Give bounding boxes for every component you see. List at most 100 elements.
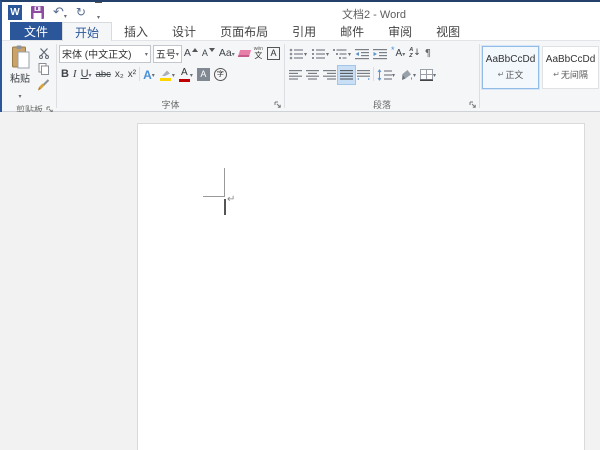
character-shading-button[interactable]: A	[195, 66, 212, 84]
format-painter-brush-icon	[37, 79, 50, 91]
undo-dropdown-caret[interactable]	[64, 3, 67, 22]
distribute-button[interactable]	[355, 66, 372, 84]
increase-indent-button[interactable]	[371, 45, 389, 63]
style-card-normal[interactable]: AaBbCcDd ↵ 正文	[482, 46, 539, 89]
italic-button[interactable]: I	[71, 66, 79, 84]
format-painter-button[interactable]	[35, 78, 52, 92]
align-right-button[interactable]	[321, 66, 338, 84]
pilcrow-icon: ¶	[425, 49, 431, 59]
eraser-icon	[238, 50, 251, 57]
clipboard-group: 粘贴	[4, 42, 55, 111]
sort-button[interactable]: AZ ↓	[407, 45, 423, 63]
bullets-button[interactable]	[287, 45, 309, 63]
word-app-icon[interactable]: W	[5, 5, 22, 20]
group-separator	[284, 44, 285, 108]
shrink-font-button[interactable]: A	[200, 45, 217, 63]
ribbon: 粘贴	[2, 41, 600, 112]
tab-mailings[interactable]: 邮件	[328, 22, 376, 40]
tab-design[interactable]: 设计	[160, 22, 208, 40]
style-name: 正文	[505, 68, 523, 81]
font-dialog-launcher[interactable]	[274, 101, 282, 109]
asian-layout-caret	[402, 48, 405, 59]
group-separator	[56, 44, 57, 108]
paragraph-group: A AZ ↓ ¶	[286, 42, 478, 111]
save-button[interactable]	[31, 6, 44, 19]
justify-button[interactable]	[338, 66, 355, 84]
tab-references[interactable]: 引用	[280, 22, 328, 40]
undo-button[interactable]: ↶	[53, 3, 67, 22]
window-header: W ↶ ↻ 文档2 - Word	[0, 0, 600, 112]
borders-button[interactable]	[418, 66, 438, 84]
clear-formatting-button[interactable]	[237, 45, 252, 63]
align-center-button[interactable]	[304, 66, 321, 84]
grow-font-button[interactable]: A	[182, 45, 200, 63]
font-size-select[interactable]: 五号	[153, 45, 182, 63]
cut-button[interactable]	[35, 46, 52, 60]
strikethrough-button[interactable]: abc	[94, 66, 113, 84]
style-preview: AaBbCcDd	[486, 54, 535, 65]
document-page[interactable]: ↵	[137, 123, 585, 450]
grow-arrow-icon	[192, 48, 198, 52]
change-case-caret	[232, 48, 235, 59]
font-color-button[interactable]: A	[177, 66, 195, 84]
dialog-launcher-icon	[274, 101, 282, 109]
multilevel-list-button[interactable]	[331, 45, 353, 63]
justify-icon	[340, 69, 353, 80]
paragraph-dialog-launcher[interactable]	[469, 101, 477, 109]
paste-clipboard-icon	[10, 45, 30, 69]
style-card-no-spacing[interactable]: AaBbCcDd ↵ 无间隔	[542, 46, 599, 89]
styles-gallery: AaBbCcDd ↵ 正文 AaBbCcDd ↵ 无间隔	[482, 43, 599, 97]
character-shading-icon: A	[197, 68, 210, 81]
decrease-indent-button[interactable]	[353, 45, 371, 63]
bold-button[interactable]: B	[59, 66, 71, 84]
customize-qat-button[interactable]	[95, 2, 102, 23]
insertion-caret	[224, 199, 226, 215]
dialog-launcher-icon	[469, 101, 477, 109]
bullet-list-icon	[289, 48, 304, 60]
character-border-button[interactable]: A	[265, 45, 282, 63]
tab-file[interactable]: 文件	[10, 22, 62, 40]
multilevel-list-icon	[333, 48, 348, 60]
tab-insert[interactable]: 插入	[112, 22, 160, 40]
paste-button[interactable]: 粘贴	[5, 43, 35, 103]
superscript-button[interactable]: x²	[126, 66, 138, 84]
style-name: 无间隔	[561, 68, 588, 81]
font-family-select[interactable]: 宋体 (中文正文)	[59, 45, 151, 63]
phonetic-guide-button[interactable]: wén 文	[252, 45, 265, 63]
title-bar: W ↶ ↻ 文档2 - Word	[2, 2, 600, 22]
numbering-button[interactable]	[309, 45, 331, 63]
enclose-characters-button[interactable]: 字	[212, 66, 229, 84]
line-spacing-button[interactable]	[375, 66, 397, 84]
borders-caret	[433, 69, 436, 80]
tab-review[interactable]: 审阅	[376, 22, 424, 40]
shading-button[interactable]	[397, 66, 418, 84]
character-border-icon: A	[267, 47, 280, 60]
distributed-icon	[357, 69, 370, 80]
increase-indent-icon	[373, 48, 387, 60]
subscript-button[interactable]: x₂	[113, 66, 126, 84]
enclosed-character-icon: 字	[214, 68, 227, 81]
tab-page-layout[interactable]: 页面布局	[208, 22, 280, 40]
group-separator	[479, 44, 480, 108]
underline-button[interactable]: U	[79, 66, 94, 84]
style-preview: AaBbCcDd	[546, 54, 595, 65]
show-hide-marks-button[interactable]: ¶	[423, 45, 433, 63]
tab-view[interactable]: 视图	[424, 22, 472, 40]
font-color-caret	[190, 69, 193, 80]
shrink-arrow-icon	[209, 48, 215, 52]
tab-home[interactable]: 开始	[62, 22, 112, 41]
decrease-indent-icon	[355, 48, 369, 60]
paragraph-mark: ↵	[227, 194, 235, 205]
scissors-icon	[38, 47, 50, 59]
redo-icon: ↻	[76, 6, 86, 18]
text-effects-button[interactable]: A	[141, 66, 157, 84]
paste-dropdown-caret[interactable]	[18, 85, 21, 103]
asian-layout-button[interactable]: A	[389, 45, 407, 63]
copy-button[interactable]	[35, 62, 52, 76]
change-case-button[interactable]: Aa	[217, 45, 237, 63]
paint-bucket-icon	[399, 69, 413, 81]
align-left-button[interactable]	[287, 66, 304, 84]
numbering-caret	[326, 48, 329, 59]
redo-button[interactable]: ↻	[76, 6, 86, 18]
text-highlight-button[interactable]	[157, 66, 177, 84]
